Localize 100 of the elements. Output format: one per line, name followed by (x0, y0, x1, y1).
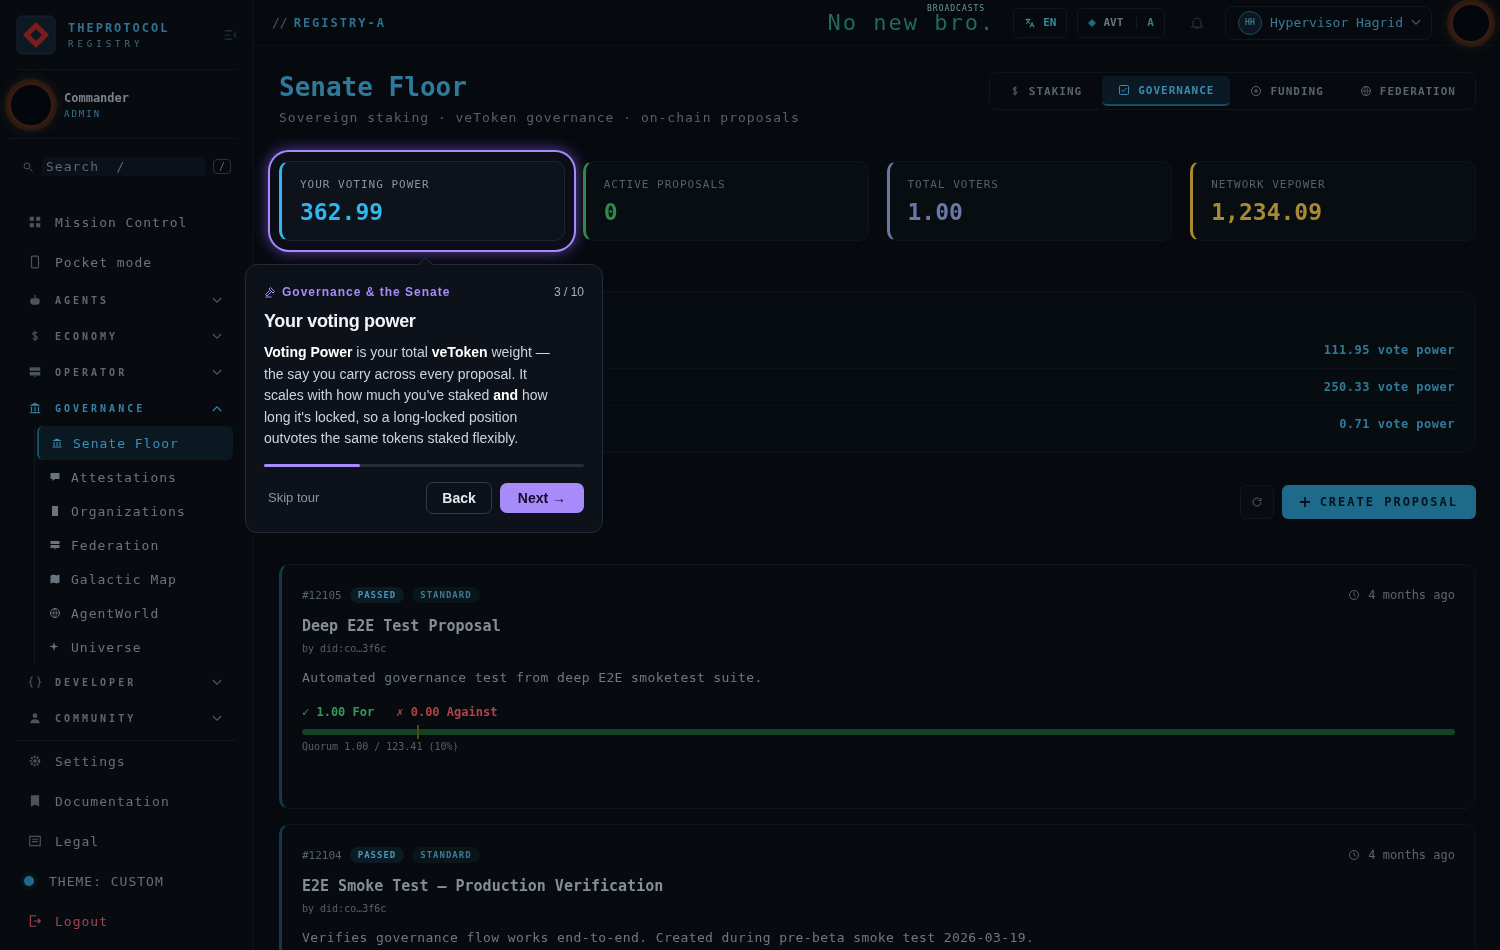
quorum-text: Quorum 1.00 / 123.41 (10%) (302, 741, 459, 752)
user-menu[interactable]: HH Hypervisor Hagrid (1224, 5, 1432, 40)
sidebar-link[interactable]: THEME: CUSTOM (16, 861, 237, 901)
ticker-label: BROADCASTS (927, 4, 986, 13)
tab[interactable]: GOVERNANCE (1102, 76, 1231, 106)
sidebar-link[interactable]: Settings (16, 741, 237, 781)
breadcrumb: REGISTRY-A (293, 15, 386, 30)
stat-value: 1,234.09 (1211, 198, 1324, 225)
breadcrumb-prefix: // (272, 15, 288, 30)
checkbox-icon (1118, 84, 1131, 96)
translate-icon (1024, 16, 1037, 29)
tab[interactable]: STAKING (992, 76, 1099, 106)
stat-value: 1.00 (907, 198, 964, 225)
sidebar-link[interactable]: Documentation (16, 781, 237, 821)
chevron-down-icon (1411, 19, 1421, 26)
avatar[interactable] (8, 82, 54, 128)
list-icon (28, 834, 42, 848)
vote-power: 250.33 vote power (1323, 380, 1455, 394)
nav-section[interactable]: DEVELOPER (16, 664, 237, 700)
nav-item[interactable]: Pocket mode (16, 242, 237, 282)
status-tag: PASSED (349, 587, 405, 603)
theme-dot (24, 876, 34, 886)
chevron-down-icon (212, 714, 222, 722)
proposal-author: by did:co…3f6c (302, 643, 387, 654)
votes-against: ✗ 0.00 Against (396, 705, 498, 719)
refresh-button[interactable] (1239, 485, 1274, 519)
search-icon (22, 160, 34, 173)
nav-item[interactable]: Attestations (37, 460, 237, 494)
globe-icon (49, 607, 61, 619)
skip-tour-link[interactable]: Skip tour (264, 490, 324, 506)
settings-icon (28, 754, 42, 768)
stat-label: NETWORK VEPOWER (1211, 177, 1327, 191)
grid-icon (28, 215, 42, 229)
status-tag: PASSED (349, 847, 405, 863)
server-icon (49, 539, 61, 551)
votes-for: ✓ 1.00 For (302, 705, 375, 719)
proposal-id: #12105 (302, 588, 342, 602)
building-icon (49, 505, 61, 517)
logout-icon (28, 914, 42, 928)
nav-section[interactable]: GOVERNANCE (16, 390, 237, 426)
chevron-down-icon (212, 332, 222, 340)
circleplus-icon (1250, 85, 1263, 97)
collapse-menu-icon[interactable] (224, 30, 237, 40)
sidebar-link[interactable]: Legal (16, 821, 237, 861)
proposal-card[interactable]: #12105 PASSED STANDARD 4 months ago Deep E2E Test Proposal by did:co…3f6c Automated governance test from deep E2E smoketest suite. ✓ 1.00 For ✗ 0.00 Against Quorum 1.00 / 123.41 (10%) (279, 564, 1476, 809)
chevron-up-icon (212, 404, 222, 412)
user-role: ADMIN (64, 109, 103, 119)
page-title: Senate Floor (279, 72, 468, 102)
avatar[interactable] (1450, 1, 1492, 44)
nav-section[interactable]: OPERATOR (16, 354, 237, 390)
chevron-down-icon (212, 678, 222, 686)
tab[interactable]: FEDERATION (1343, 76, 1472, 106)
nav-item[interactable]: Senate Floor (37, 426, 233, 460)
nav-section[interactable]: COMMUNITY (16, 700, 237, 736)
vote-power: 0.71 vote power (1339, 417, 1455, 431)
stat-value: 0 (603, 198, 619, 225)
bookmark-icon (28, 794, 42, 808)
stat-label: ACTIVE PROPOSALS (603, 177, 727, 191)
sidebar-link[interactable]: Logout (16, 901, 237, 941)
clock-icon (1348, 849, 1361, 861)
chat-icon (49, 471, 61, 483)
next-button[interactable]: Next → (499, 482, 584, 513)
nav-item[interactable]: AgentWorld (37, 596, 237, 630)
nav-section[interactable]: AGENTS (16, 282, 237, 318)
server-icon (28, 365, 42, 379)
nav-item[interactable]: Galactic Map (37, 562, 237, 596)
refresh-icon (1250, 496, 1263, 508)
tab[interactable]: FUNDING (1234, 76, 1340, 106)
type-tag: STANDARD (412, 847, 480, 863)
back-button[interactable]: Back (426, 481, 492, 514)
proposal-card[interactable]: #12104 PASSED STANDARD 4 months ago E2E Smoke Test — Production Verification by did:co…3f6c Verifies governance flow works end-to-end. Created during pre-beta smoke test 2026-03-19. (279, 824, 1476, 950)
clock-icon (1348, 589, 1361, 601)
tour-step: 3 / 10 (553, 285, 584, 299)
create-proposal-button[interactable]: CREATE PROPOSAL (1281, 485, 1476, 519)
proposal-description: Verifies governance flow works end-to-end. Created during pre-beta smoke test 2026-03-19. (302, 930, 1035, 945)
vote-power: 111.95 vote power (1323, 343, 1455, 357)
tour-title: Your voting power (264, 311, 417, 332)
nav-item[interactable]: Universe (37, 630, 237, 664)
diamond-icon (1088, 18, 1097, 27)
tour-category: Governance & the Senate (282, 285, 451, 299)
robot-icon (28, 293, 42, 307)
proposal-time: 4 months ago (1368, 848, 1455, 862)
gavel-icon (264, 286, 276, 298)
nav-item[interactable]: Organizations (37, 494, 237, 528)
temple-icon (28, 401, 42, 415)
nav-item[interactable]: Mission Control (16, 202, 237, 242)
page-subtitle: Sovereign staking · veToken governance · on-chain proposals (279, 110, 800, 125)
brand-subtitle: REGISTRY (68, 39, 145, 49)
proposal-title: E2E Smoke Test — Production Verification (302, 877, 664, 895)
language-button[interactable]: EN (1013, 7, 1068, 38)
temple-icon (51, 437, 63, 449)
nav-section[interactable]: ECONOMY (16, 318, 237, 354)
diamond-logo-icon (16, 15, 56, 55)
type-tag: STANDARD (412, 587, 480, 603)
token-suffix: A (1136, 16, 1154, 29)
token-button[interactable]: AVT A (1077, 7, 1165, 38)
user-name: Commander (64, 91, 130, 105)
proposal-author: by did:co…3f6c (302, 903, 387, 914)
braces-icon (28, 675, 42, 689)
nav-item[interactable]: Federation (37, 528, 237, 562)
